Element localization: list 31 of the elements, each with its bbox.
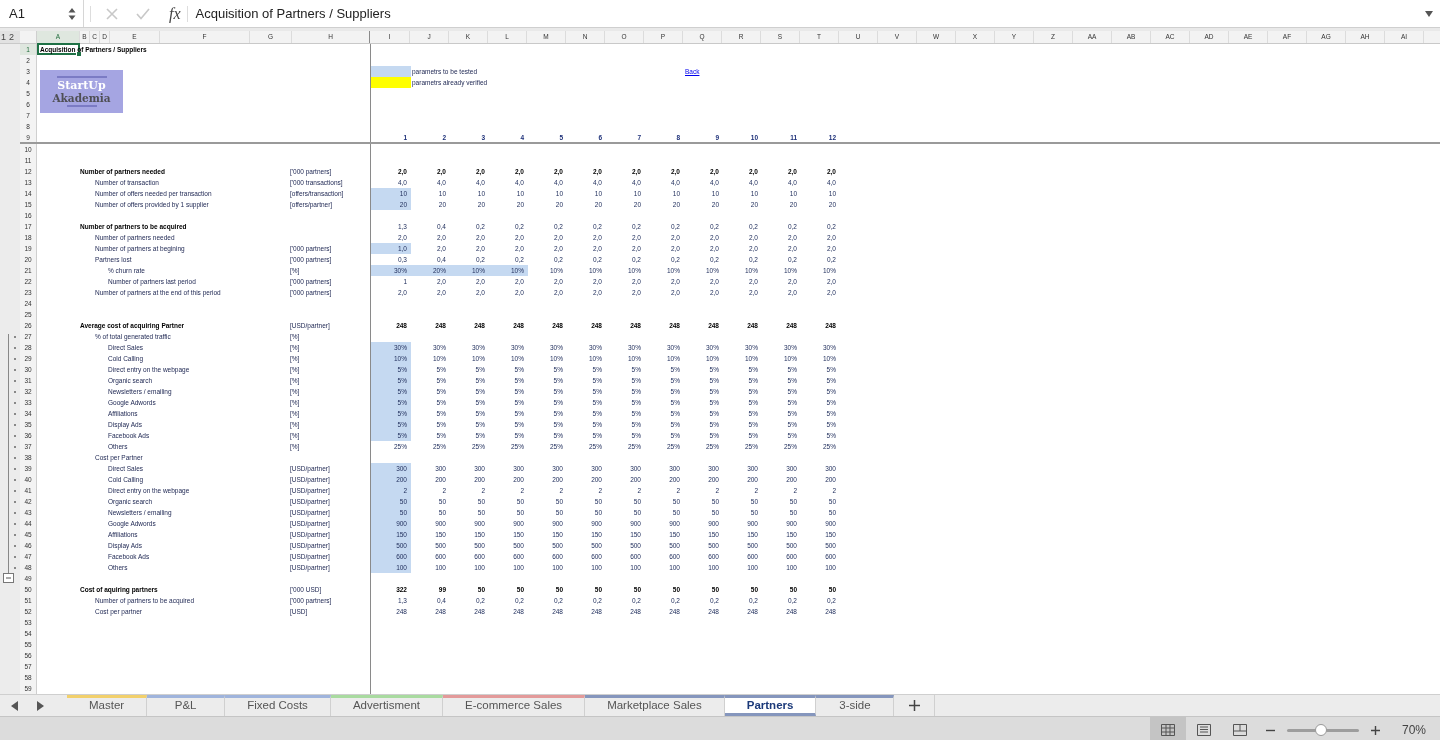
sheet-tab[interactable]: Master — [67, 695, 148, 716]
stepper-icon — [68, 6, 76, 21]
zoom-slider-thumb[interactable] — [1314, 723, 1327, 736]
view-button[interactable] — [1149, 717, 1186, 740]
formula-field[interactable]: Acquisition of Partners / Suppliers — [195, 6, 1425, 21]
sheet-tab[interactable]: Partners — [724, 695, 817, 716]
next-sheet-icon[interactable] — [36, 700, 44, 711]
sheet-tab[interactable]: Advertisment — [330, 695, 443, 716]
sheet-tab[interactable]: P&L — [147, 695, 226, 716]
collapse-icon[interactable] — [3, 573, 14, 583]
zoom-level: 70% — [1401, 723, 1426, 737]
previous-sheet-icon[interactable] — [11, 700, 19, 711]
logo-tagline-drawing — [56, 75, 107, 79]
outline-level-button[interactable]: 2 — [8, 31, 16, 43]
check-icon[interactable] — [136, 7, 150, 20]
logo-tagline-drawing — [66, 104, 97, 108]
logo-text: StartUp — [57, 79, 106, 92]
add-sheet-icon[interactable] — [908, 700, 920, 711]
caret-icon[interactable] — [1425, 10, 1433, 17]
grid-icon — [1160, 724, 1175, 736]
sheet-tab[interactable]: E-commerce Sales — [443, 695, 586, 716]
sheet-tab[interactable]: Marketplace Sales — [585, 695, 725, 716]
sheet-tab[interactable]: Fixed Costs — [225, 695, 331, 716]
name-box[interactable]: A1 — [0, 0, 84, 27]
page-break-icon — [1232, 724, 1247, 736]
outline-level-button[interactable]: 1 — [0, 31, 7, 43]
logo-text: Akademia — [52, 91, 111, 104]
page-icon — [1196, 724, 1211, 736]
sheet-tab[interactable]: 3-side — [816, 695, 895, 716]
function-button[interactable]: fx — [169, 4, 181, 23]
zoom-in-icon[interactable] — [1370, 725, 1380, 735]
